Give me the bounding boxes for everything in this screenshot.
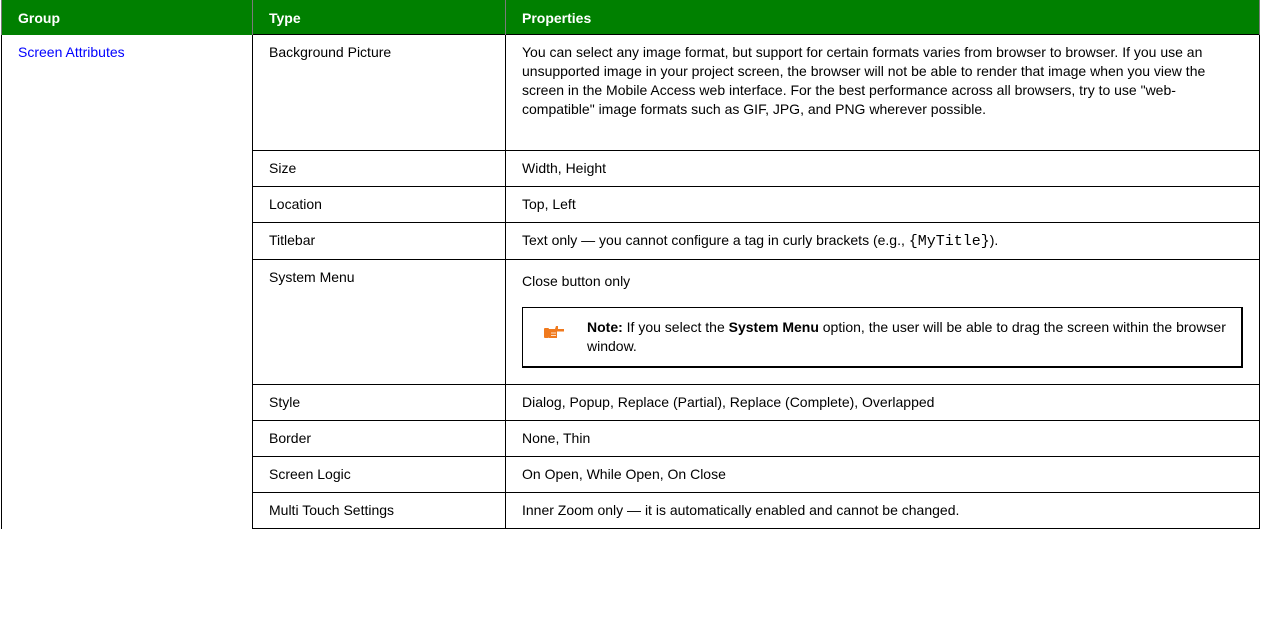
type-cell: Screen Logic xyxy=(252,456,506,493)
group-cell: Screen Attributes xyxy=(1,34,253,529)
header-type: Type xyxy=(252,0,506,35)
type-cell: Titlebar xyxy=(252,222,506,260)
titlebar-text-pre: Text only — you cannot configure a tag i… xyxy=(522,232,909,248)
note-label: Note: xyxy=(587,319,623,335)
properties-cell: None, Thin xyxy=(505,420,1260,457)
table-row: Screen Attributes Background Picture You… xyxy=(1,34,1260,529)
header-properties: Properties xyxy=(505,0,1260,35)
type-cell: Style xyxy=(252,384,506,421)
properties-cell: Dialog, Popup, Replace (Partial), Replac… xyxy=(505,384,1260,421)
type-cell: Background Picture xyxy=(252,34,506,151)
note-box: Note: If you select the System Menu opti… xyxy=(522,307,1243,368)
titlebar-text-post: ). xyxy=(989,232,999,248)
type-cell: Multi Touch Settings xyxy=(252,492,506,529)
properties-cell: Top, Left xyxy=(505,186,1260,223)
properties-cell: Close button only Note: If you select th… xyxy=(505,259,1260,385)
titlebar-code: {MyTitle} xyxy=(908,233,990,250)
note-text: Note: If you select the System Menu opti… xyxy=(583,318,1229,356)
note-pre: If you select the xyxy=(622,319,729,335)
table-header-row: Group Type Properties xyxy=(1,0,1260,35)
type-cell: Border xyxy=(252,420,506,457)
properties-cell: Inner Zoom only — it is automatically en… xyxy=(505,492,1260,529)
type-cell: Location xyxy=(252,186,506,223)
properties-table: Group Type Properties Screen Attributes … xyxy=(1,0,1260,529)
note-bold: System Menu xyxy=(728,319,819,335)
properties-cell: Text only — you cannot configure a tag i… xyxy=(505,222,1260,260)
screen-attributes-link[interactable]: Screen Attributes xyxy=(18,44,125,60)
properties-cell: On Open, While Open, On Close xyxy=(505,456,1260,493)
type-cell: System Menu xyxy=(252,259,506,385)
header-group: Group xyxy=(1,0,253,35)
pointing-hand-icon xyxy=(543,318,583,345)
type-cell: Size xyxy=(252,150,506,187)
system-menu-text: Close button only xyxy=(522,273,631,289)
properties-cell: You can select any image format, but sup… xyxy=(505,34,1260,151)
properties-cell: Width, Height xyxy=(505,150,1260,187)
